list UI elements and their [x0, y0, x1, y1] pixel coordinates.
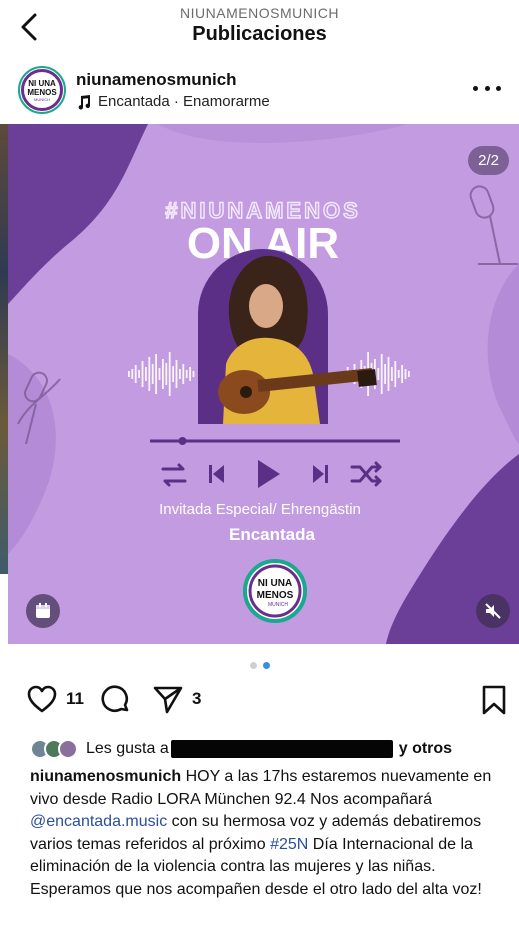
- likes-summary[interactable]: Les gusta a y otros: [30, 737, 510, 761]
- caption-hashtag[interactable]: #25N: [270, 836, 308, 853]
- soundwave-bar: [404, 369, 407, 379]
- share-count: 3: [192, 689, 202, 708]
- soundwave-bar: [134, 365, 137, 383]
- blob-left: [8, 354, 56, 554]
- soundwave-bar: [179, 369, 181, 379]
- slide-counter: 2/2: [468, 146, 509, 175]
- soundwave-bar: [131, 369, 134, 379]
- logo-badge: NI UNA MENOS MUNICH: [243, 559, 307, 623]
- soundwave-bar: [377, 368, 380, 380]
- muted-speaker-icon: [485, 603, 501, 619]
- comment-button[interactable]: [100, 684, 132, 716]
- avatar: [58, 739, 78, 759]
- blob-top-left: [8, 124, 148, 304]
- like-count: 11: [66, 689, 84, 708]
- soundwave-bar: [165, 363, 168, 385]
- artwork: #NIUNAMENOS ON AIR Invitada Especial/ Eh…: [8, 124, 519, 644]
- soundwave-bar: [192, 371, 195, 377]
- soundwave-bar: [391, 367, 393, 381]
- bookmark-icon: [482, 685, 506, 715]
- post-caption: niunamenosmunich HOY a las 17hs estaremo…: [30, 766, 508, 901]
- logo-line2: MENOS: [257, 590, 294, 601]
- shuffle-icon: [350, 461, 382, 487]
- soundwave-bar: [182, 364, 185, 384]
- logo-mini-icon: NI UNA MENOS MUNICH: [27, 79, 57, 102]
- share-button[interactable]: 3: [152, 684, 201, 714]
- soundwave-bar: [141, 361, 144, 387]
- soundwave-bar: [175, 360, 178, 388]
- post-header: NI UNA MENOS MUNICH niunamenosmunich Enc…: [0, 58, 519, 122]
- soundwave-bar: [128, 371, 130, 377]
- soundwave-bar: [138, 370, 140, 378]
- carousel-dot[interactable]: [249, 662, 257, 669]
- header-account-name: NIUNAMENOSMUNICH: [180, 5, 339, 21]
- soundwave-bar: [155, 354, 157, 394]
- mute-button[interactable]: [476, 594, 510, 628]
- calendar-button[interactable]: [26, 594, 60, 628]
- soundwave-bar: [168, 352, 171, 396]
- post-media[interactable]: #NIUNAMENOS ON AIR Invitada Especial/ Eh…: [8, 124, 519, 644]
- soundwave-bar: [189, 367, 191, 381]
- likes-suffix: y otros: [398, 740, 453, 757]
- svg-text:MENOS: MENOS: [27, 88, 57, 97]
- music-label: Encantada · Enamorarme: [98, 93, 270, 110]
- soundwave-bar: [387, 357, 390, 391]
- soundwave-bar: [401, 365, 403, 383]
- guest-label: Invitada Especial/ Ehrengästin: [159, 501, 361, 518]
- avatar[interactable]: NI UNA MENOS MUNICH: [18, 66, 66, 114]
- more-options-button[interactable]: [473, 78, 501, 98]
- play-icon: [258, 460, 280, 488]
- more-dot-icon: [484, 85, 490, 91]
- soundwave-bar: [185, 370, 188, 378]
- caption-paragraph: niunamenosmunich HOY a las 17hs estaremo…: [30, 766, 508, 879]
- soundwave-bar: [148, 357, 151, 391]
- likes-prefix: Les gusta a: [86, 740, 169, 757]
- previous-slide-edge: [0, 124, 8, 574]
- more-dot-icon: [473, 85, 478, 91]
- action-bar: 11 3: [0, 684, 519, 724]
- logo-line1: NI UNA: [258, 578, 292, 589]
- top-bar: NIUNAMENOSMUNICH Publicaciones: [0, 0, 519, 52]
- svg-text:MUNICH: MUNICH: [34, 97, 50, 102]
- post-username[interactable]: niunamenosmunich: [76, 70, 237, 90]
- soundwave-bar: [172, 366, 174, 382]
- soundwave-bar: [397, 370, 400, 378]
- mic-sketch-right-icon: [469, 185, 518, 265]
- soundwave-bar: [158, 368, 161, 380]
- caption-username[interactable]: niunamenosmunich: [30, 768, 181, 785]
- previous-track-icon: [209, 465, 224, 483]
- save-button[interactable]: [480, 684, 508, 716]
- blob-right: [487, 264, 519, 444]
- redacted-names: [170, 740, 393, 758]
- comment-bubble-icon: [101, 685, 129, 713]
- paper-plane-icon: [153, 686, 183, 714]
- soundwave-bar: [380, 354, 383, 394]
- music-info[interactable]: Encantada · Enamorarme: [76, 93, 270, 110]
- repeat-icon: [161, 463, 187, 487]
- next-track-icon: [313, 465, 328, 483]
- calendar-icon: [36, 603, 50, 618]
- soundwave-bar: [151, 364, 154, 384]
- player-knob: [178, 437, 187, 445]
- soundwave-bar: [145, 367, 147, 381]
- soundwave-bar: [384, 364, 386, 384]
- carousel-indicator: [0, 662, 519, 669]
- more-dot-icon: [496, 85, 501, 91]
- music-note-icon: [78, 94, 91, 109]
- heart-icon: [27, 685, 57, 713]
- soundwave-bar: [162, 359, 164, 389]
- caption-mention[interactable]: @encantada.music: [30, 813, 167, 830]
- guest-portrait: [218, 255, 377, 424]
- caption-paragraph: Esperamos que nos acompañen desde el otr…: [30, 880, 482, 898]
- blob-top: [158, 124, 408, 143]
- soundwave-bar: [408, 371, 410, 377]
- carousel-dot-active[interactable]: [262, 662, 270, 669]
- svg-text:NI UNA: NI UNA: [28, 79, 56, 88]
- page-title: Publicaciones: [192, 23, 327, 45]
- logo-line3: MUNICH: [268, 602, 288, 608]
- soundwave-bar: [394, 361, 397, 387]
- guest-name: Encantada: [229, 525, 316, 544]
- like-button[interactable]: 11: [26, 684, 84, 714]
